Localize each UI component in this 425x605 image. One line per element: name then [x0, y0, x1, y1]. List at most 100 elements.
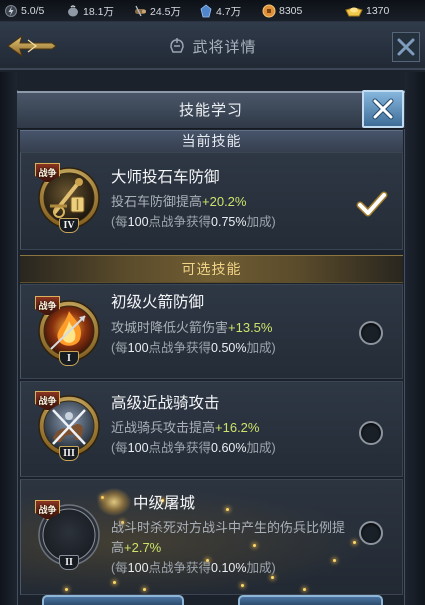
skill-name: 大师投石车防御: [111, 169, 220, 186]
skill-name: 高级近战骑攻击: [111, 395, 220, 412]
gold-ingot-icon: [345, 7, 363, 17]
skill-level-badge: I: [59, 351, 79, 366]
screen: 5.0/5 18.1万 24.5万 4.7万 8305 1370 武将详情 技能…: [0, 0, 425, 605]
page-title-group: 武将详情: [150, 35, 275, 57]
note-text: 点战争获得: [148, 441, 212, 455]
close-icon: [372, 98, 394, 120]
resource-value: 18.1万: [83, 5, 114, 18]
section-title: 可选技能: [181, 261, 242, 277]
dialog-close-button[interactable]: [362, 90, 404, 128]
skill-bonus-note: (每100点战争获得0.50%加成): [111, 339, 276, 357]
skill-bonus-note: (每100点战争获得0.10%加成): [111, 559, 276, 577]
sparkle-effect: [65, 588, 68, 591]
resource-iron[interactable]: 4.7万: [199, 3, 241, 19]
description-text: 投石车防御提高: [111, 194, 203, 209]
resource-value: 1370: [366, 5, 390, 17]
page-header: 武将详情: [0, 22, 425, 70]
sparkle-effect: [333, 559, 336, 562]
note-text: 加成): [246, 441, 276, 455]
optional-skills-header: 可选技能: [20, 255, 403, 283]
note-number: 0.50%: [211, 341, 247, 355]
note-text: 加成): [246, 215, 276, 229]
back-arrow-icon[interactable]: [6, 33, 58, 59]
note-text: (每: [111, 561, 128, 575]
section-title: 当前技能: [181, 133, 242, 149]
skill-level-badge: III: [59, 446, 79, 461]
sparkle-effect: [143, 588, 146, 591]
resource-wood[interactable]: 24.5万: [133, 3, 181, 19]
close-icon: [397, 38, 415, 56]
sparkle-effect: [113, 581, 116, 584]
note-text: (每: [111, 341, 128, 355]
dimmed-background-right: [405, 72, 425, 605]
skill-level-badge: IV: [59, 218, 79, 233]
skill-name: 初级火箭防御: [111, 294, 205, 311]
note-text: 加成): [246, 561, 276, 575]
note-number: 100: [127, 341, 149, 355]
dimmed-background-left: [0, 72, 17, 605]
note-text: 点战争获得: [148, 341, 212, 355]
general-helmet-icon: [170, 38, 185, 53]
page-title: 武将详情: [192, 38, 257, 56]
resource-gold[interactable]: 1370: [345, 3, 389, 19]
bottom-button-right[interactable]: [238, 595, 383, 605]
bonus-value: +13.5%: [228, 320, 273, 335]
skill-description: 近战骑兵攻击提高+16.2%: [111, 418, 259, 438]
stamina-icon: [5, 5, 17, 17]
resource-stamina[interactable]: 5.0/5: [4, 3, 44, 19]
skill-row-option[interactable]: 战争 II 中级屠城 战斗时杀死对方战斗中产生的伤兵比例提高+2.7% (每10…: [20, 479, 403, 595]
page-close-button[interactable]: [392, 32, 420, 62]
note-number: 0.60%: [211, 441, 247, 455]
current-skills-header: 当前技能: [20, 130, 403, 152]
sparkle-effect: [241, 584, 244, 587]
dialog-title: 技能学习: [178, 102, 243, 119]
skill-icon-frame: 战争 III: [35, 391, 101, 461]
iron-icon: [200, 4, 212, 18]
skill-description: 攻城时降低火箭伤害+13.5%: [111, 318, 272, 338]
skill-level-badge: II: [59, 555, 79, 570]
note-number: 0.10%: [211, 561, 247, 575]
skill-description: 战斗时杀死对方战斗中产生的伤兵比例提高+2.7%: [111, 518, 351, 558]
note-number: 0.75%: [211, 215, 247, 229]
resource-value: 8305: [279, 5, 303, 17]
skill-name: 中级屠城: [133, 495, 196, 512]
skill-icon-frame: 战争 IV: [35, 163, 101, 233]
skill-row-option[interactable]: 战争 III 高级近战骑攻击 近战骑兵攻击提高+16.2% (每100点战争获得…: [20, 381, 403, 477]
note-number: 100: [127, 215, 149, 229]
note-number: 100: [127, 441, 149, 455]
bottom-button-left[interactable]: [42, 595, 184, 605]
dialog-header: 技能学习: [17, 91, 405, 129]
note-text: 点战争获得: [148, 215, 212, 229]
skill-select-radio[interactable]: [359, 321, 383, 345]
skill-description: 投石车防御提高+20.2%: [111, 192, 246, 212]
skill-bonus-note: (每100点战争获得0.60%加成): [111, 439, 276, 457]
note-text: (每: [111, 441, 128, 455]
note-text: 加成): [246, 341, 276, 355]
skill-bonus-note: (每100点战争获得0.75%加成): [111, 213, 276, 231]
skill-icon-frame: 战争 I: [35, 296, 101, 366]
copper-coin-icon: [262, 4, 276, 18]
skill-row-option[interactable]: 战争 I 初级火箭防御 攻城时降低火箭伤害+13.5% (每100点战争获得0.…: [20, 284, 403, 379]
skill-icon-frame: 战争 II: [35, 500, 101, 570]
sparkle-effect: [226, 508, 229, 511]
resource-value: 24.5万: [150, 5, 181, 18]
checkmark-icon[interactable]: [356, 190, 388, 218]
skill-select-radio[interactable]: [359, 421, 383, 445]
sparkle-effect: [353, 541, 356, 544]
resource-copper[interactable]: 8305: [262, 3, 302, 19]
bonus-value: +20.2%: [202, 194, 247, 209]
food-icon: [68, 5, 78, 17]
glow-effect: [97, 488, 131, 516]
description-text: 攻城时降低火箭伤害: [111, 320, 229, 335]
skill-row-current[interactable]: 战争 IV 大师投石车防御 投石车防御提高+20.2% (每100点战争获得0.…: [20, 152, 403, 250]
description-text: 近战骑兵攻击提高: [111, 420, 216, 435]
skill-select-radio[interactable]: [359, 521, 383, 545]
resource-value: 5.0/5: [21, 5, 45, 17]
wood-icon: [135, 5, 146, 17]
sparkle-effect: [303, 588, 306, 591]
resource-bar: 5.0/5 18.1万 24.5万 4.7万 8305 1370: [0, 0, 425, 22]
resource-food[interactable]: 18.1万: [66, 3, 114, 19]
resource-value: 4.7万: [216, 5, 242, 18]
bonus-value: +2.7%: [124, 540, 162, 555]
note-text: 点战争获得: [148, 561, 212, 575]
